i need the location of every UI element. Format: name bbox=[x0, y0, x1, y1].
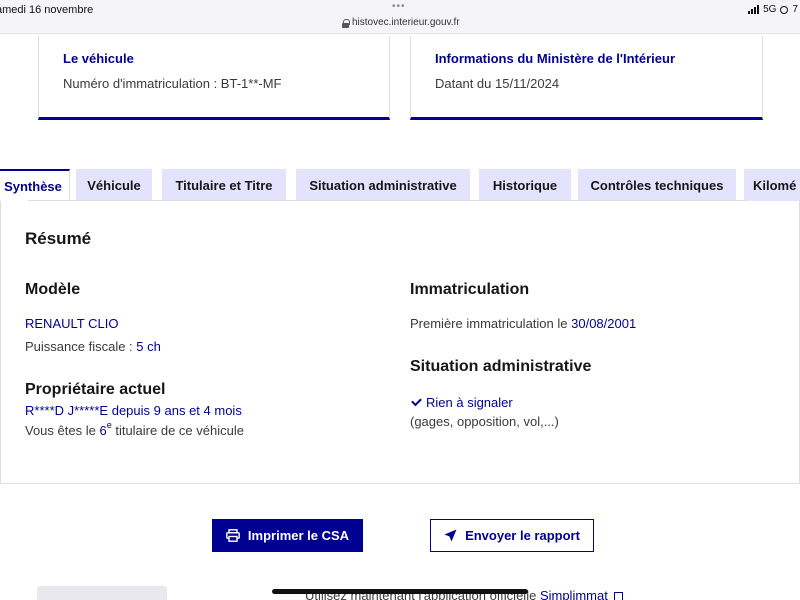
printer-icon bbox=[226, 529, 240, 542]
app-illustration bbox=[37, 586, 167, 600]
home-indicator[interactable] bbox=[272, 589, 528, 594]
first-registration-label: Première immatriculation le bbox=[410, 316, 568, 331]
browser-status-bar: amedi 16 novembre ••• histovec.interieur… bbox=[0, 0, 800, 34]
ministry-card: Informations du Ministère de l'Intérieur… bbox=[410, 36, 763, 120]
tab-titulaire[interactable]: Titulaire et Titre bbox=[162, 169, 286, 201]
send-report-button[interactable]: Envoyer le rapport bbox=[430, 519, 594, 552]
admin-status-text: Rien à signaler bbox=[426, 395, 513, 410]
tab-synthese[interactable]: Synthèse bbox=[0, 169, 70, 201]
owner-since-label: depuis bbox=[111, 403, 151, 418]
registration-heading: Immatriculation bbox=[410, 281, 530, 298]
tab-controles-techniques[interactable]: Contrôles techniques bbox=[578, 169, 736, 201]
owner-line: R****D J*****E depuis 9 ans et 4 mois bbox=[25, 403, 242, 418]
registration-number: Numéro d'immatriculation : BT-1**-MF bbox=[63, 76, 282, 91]
print-csa-label: Imprimer le CSA bbox=[247, 528, 350, 543]
owner-since-value: 9 ans et 4 mois bbox=[153, 403, 242, 418]
admin-status: Rien à signaler bbox=[410, 395, 513, 410]
print-csa-button[interactable]: Imprimer le CSA bbox=[212, 519, 363, 552]
tab-vehicule[interactable]: Véhicule bbox=[76, 169, 152, 201]
url-text: histovec.interieur.gouv.fr bbox=[352, 17, 460, 28]
send-icon bbox=[444, 529, 457, 542]
battery-icon bbox=[780, 5, 789, 14]
status-date: amedi 16 novembre bbox=[0, 4, 94, 16]
ministry-date: Datant du 15/11/2024 bbox=[435, 76, 560, 91]
external-link-icon bbox=[613, 592, 623, 600]
ministry-card-title: Informations du Ministère de l'Intérieur bbox=[435, 51, 676, 66]
network-label: 5G bbox=[763, 4, 777, 15]
first-registration-date: 30/08/2001 bbox=[571, 316, 637, 331]
lock-icon bbox=[342, 18, 350, 28]
summary-title: Résumé bbox=[25, 229, 92, 248]
owner-rank-prefix: Vous êtes le bbox=[25, 423, 96, 438]
simplimmat-link[interactable]: Simplimmat bbox=[540, 588, 608, 600]
owner-rank-number: 6e bbox=[99, 420, 112, 438]
fiscal-power: Puissance fiscale : 5 ch bbox=[25, 339, 161, 354]
owner-rank: Vous êtes le 6e titulaire de ce véhicule bbox=[25, 420, 244, 438]
owner-name: R****D J*****E bbox=[25, 403, 109, 418]
battery-level: 7 bbox=[792, 4, 798, 15]
admin-details: (gages, opposition, vol,...) bbox=[410, 414, 559, 429]
tab-bar: Synthèse Véhicule Titulaire et Titre Sit… bbox=[0, 169, 800, 201]
tab-kilometrage[interactable]: Kilomé bbox=[744, 169, 800, 201]
owner-rank-suffix: titulaire de ce véhicule bbox=[115, 423, 244, 438]
fiscal-power-label: Puissance fiscale : bbox=[25, 339, 133, 354]
signal-icon bbox=[748, 5, 760, 14]
model-name: RENAULT CLIO bbox=[25, 316, 119, 331]
tab-historique[interactable]: Historique bbox=[479, 169, 571, 201]
address-bar[interactable]: histovec.interieur.gouv.fr bbox=[342, 17, 460, 28]
check-icon bbox=[411, 395, 422, 407]
more-dots-icon[interactable]: ••• bbox=[392, 1, 406, 12]
model-heading: Modèle bbox=[25, 281, 81, 298]
admin-heading: Situation administrative bbox=[410, 358, 592, 375]
first-registration: Première immatriculation le 30/08/2001 bbox=[410, 316, 636, 331]
vehicle-card: Le véhicule Numéro d'immatriculation : B… bbox=[38, 36, 390, 120]
tab-situation-administrative[interactable]: Situation administrative bbox=[296, 169, 470, 201]
send-report-label: Envoyer le rapport bbox=[465, 528, 580, 543]
status-indicators: 5G 7 bbox=[748, 4, 798, 15]
owner-heading: Propriétaire actuel bbox=[25, 381, 166, 398]
fiscal-power-value: 5 ch bbox=[136, 339, 161, 354]
vehicle-card-title: Le véhicule bbox=[63, 51, 134, 66]
